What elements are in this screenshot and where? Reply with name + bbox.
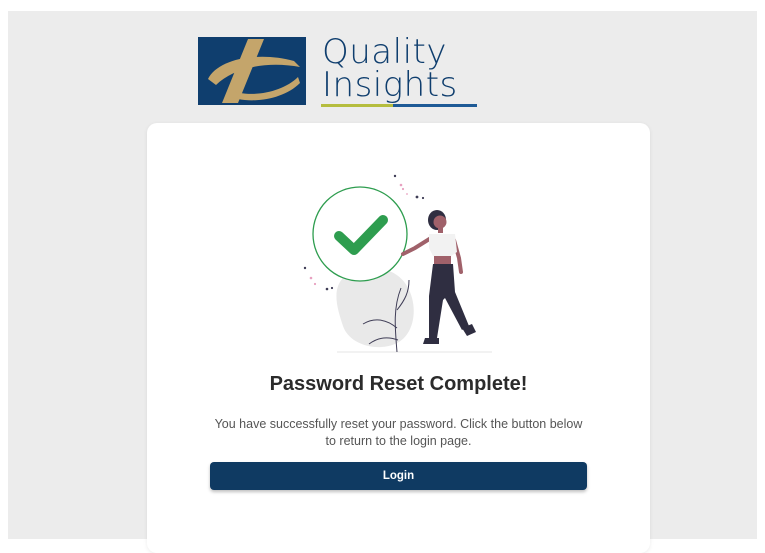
reset-complete-card: Password Reset Complete! You have succes…	[147, 123, 650, 553]
login-button[interactable]: Login	[210, 462, 587, 490]
logo-underline-blue	[393, 104, 477, 107]
logo-underline-green	[321, 104, 393, 107]
page-title: Password Reset Complete!	[269, 373, 528, 395]
success-illustration-icon	[303, 174, 492, 353]
logo-wordmark-line1: Quality	[322, 32, 447, 72]
quality-insights-logo: Quality Insights	[198, 32, 483, 107]
logo-emblem-icon	[198, 37, 306, 105]
logo-wordmark-line2: Insights	[322, 65, 458, 105]
success-message: You have successfully reset your passwor…	[214, 417, 583, 448]
